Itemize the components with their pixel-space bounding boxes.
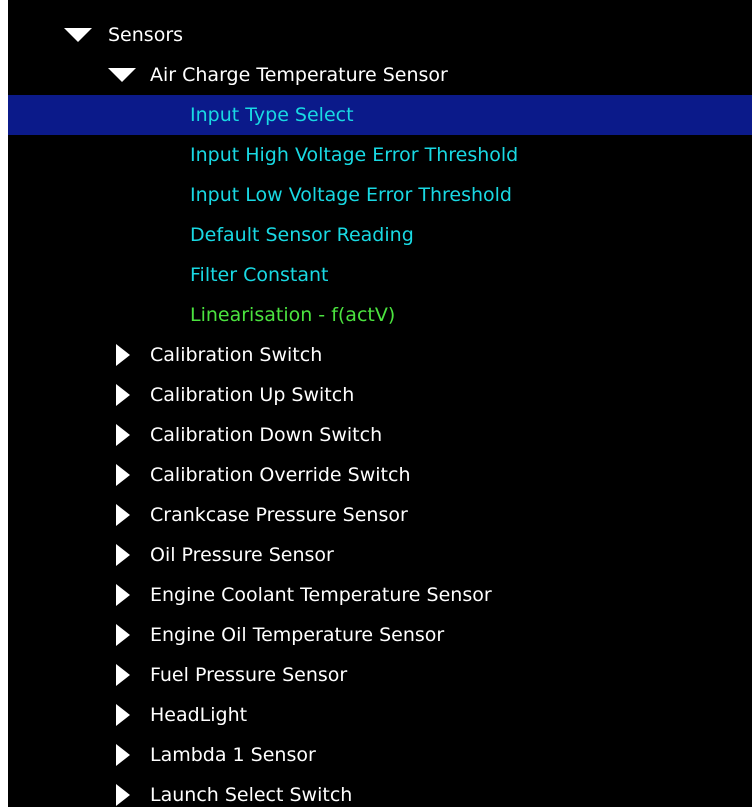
expanded-arrow-icon[interactable] — [64, 28, 92, 42]
tree-node-label: Sensors — [108, 24, 184, 46]
tree-node-oil-pressure-sensor[interactable]: Oil Pressure Sensor — [8, 535, 752, 575]
collapsed-arrow-icon[interactable] — [116, 624, 130, 646]
tree-node-engine-oil-temperature-sensor[interactable]: Engine Oil Temperature Sensor — [8, 615, 752, 655]
tree-leaf-linearisation[interactable]: Linearisation - f(actV) — [8, 295, 752, 335]
tree-node-label: Fuel Pressure Sensor — [150, 664, 348, 686]
tree-node-lambda-1-sensor[interactable]: Lambda 1 Sensor — [8, 735, 752, 775]
tree-node-label: Calibration Down Switch — [150, 424, 383, 446]
tree-node-label: Calibration Up Switch — [150, 384, 355, 406]
collapsed-arrow-icon[interactable] — [116, 384, 130, 406]
tree-node-calibration-down-switch[interactable]: Calibration Down Switch — [8, 415, 752, 455]
tree-node-launch-select-switch[interactable]: Launch Select Switch — [8, 775, 752, 807]
tree-node-label: Oil Pressure Sensor — [150, 544, 334, 566]
tree-leaf-input-type-select[interactable]: Input Type Select — [8, 95, 752, 135]
collapsed-arrow-icon[interactable] — [116, 584, 130, 606]
tree-node-label: Lambda 1 Sensor — [150, 744, 316, 766]
tree-node-label: Air Charge Temperature Sensor — [150, 64, 448, 86]
tree-leaf-label: Linearisation - f(actV) — [190, 304, 396, 326]
tree-leaf-label: Input High Voltage Error Threshold — [190, 144, 519, 166]
collapsed-arrow-icon[interactable] — [116, 704, 130, 726]
expanded-arrow-icon[interactable] — [108, 68, 136, 82]
tree-node-engine-coolant-temperature-sensor[interactable]: Engine Coolant Temperature Sensor — [8, 575, 752, 615]
tree-leaf-label: Filter Constant — [190, 264, 329, 286]
tree-node-headlight[interactable]: HeadLight — [8, 695, 752, 735]
tree-node-label: Calibration Override Switch — [150, 464, 411, 486]
collapsed-arrow-icon[interactable] — [116, 344, 130, 366]
tree-node-label: HeadLight — [150, 704, 248, 726]
tree-leaf-label: Input Low Voltage Error Threshold — [190, 184, 512, 206]
tree-node-label: Engine Coolant Temperature Sensor — [150, 584, 492, 606]
collapsed-arrow-icon[interactable] — [116, 504, 130, 526]
tree-leaf-label: Default Sensor Reading — [190, 224, 414, 246]
tree-node-label: Launch Select Switch — [150, 784, 353, 806]
tree-node-calibration-up-switch[interactable]: Calibration Up Switch — [8, 375, 752, 415]
tree-node-calibration-override-switch[interactable]: Calibration Override Switch — [8, 455, 752, 495]
collapsed-arrow-icon[interactable] — [116, 784, 130, 806]
collapsed-arrow-icon[interactable] — [116, 544, 130, 566]
tree-node-air-charge-temperature-sensor[interactable]: Air Charge Temperature Sensor — [8, 55, 752, 95]
collapsed-arrow-icon[interactable] — [116, 744, 130, 766]
collapsed-arrow-icon[interactable] — [116, 664, 130, 686]
tree-leaf-input-low-voltage-error-threshold[interactable]: Input Low Voltage Error Threshold — [8, 175, 752, 215]
collapsed-arrow-icon[interactable] — [116, 424, 130, 446]
tree-leaf-label: Input Type Select — [190, 104, 354, 126]
tree-leaf-filter-constant[interactable]: Filter Constant — [8, 255, 752, 295]
tree-node-sensors[interactable]: Sensors — [8, 15, 752, 55]
collapsed-arrow-icon[interactable] — [116, 464, 130, 486]
tree-node-fuel-pressure-sensor[interactable]: Fuel Pressure Sensor — [8, 655, 752, 695]
tree-leaf-input-high-voltage-error-threshold[interactable]: Input High Voltage Error Threshold — [8, 135, 752, 175]
tree-leaf-default-sensor-reading[interactable]: Default Sensor Reading — [8, 215, 752, 255]
tree-node-label: Calibration Switch — [150, 344, 323, 366]
tree-node-label: Crankcase Pressure Sensor — [150, 504, 408, 526]
tree-node-crankcase-pressure-sensor[interactable]: Crankcase Pressure Sensor — [8, 495, 752, 535]
tree-view-panel: Sensors Air Charge Temperature Sensor In… — [8, 0, 752, 807]
tree-node-label: Engine Oil Temperature Sensor — [150, 624, 445, 646]
tree-node-calibration-switch[interactable]: Calibration Switch — [8, 335, 752, 375]
